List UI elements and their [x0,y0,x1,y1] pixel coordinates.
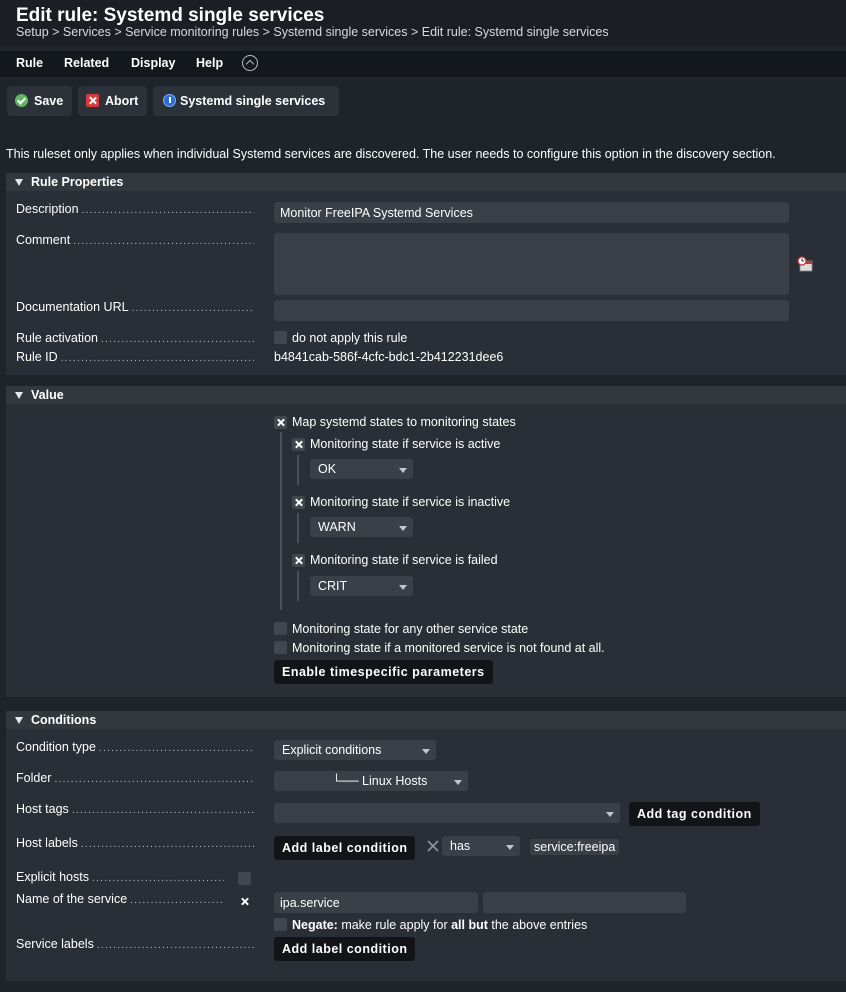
rule-id-label: Rule ID [16,350,254,366]
add-host-label-condition-button[interactable]: Add label condition [274,836,416,860]
other-state-label: Monitoring state for any other service s… [292,622,529,636]
host-label-tag[interactable]: service:freeipa [530,839,620,855]
value-header[interactable]: Value [6,386,846,404]
collapse-menu-icon[interactable] [242,55,258,71]
explicit-hosts-label: Explicit hosts [16,870,224,886]
collapse-triangle-icon [15,392,23,399]
rule-id-value: b4841cab-586f-4cfc-bdc1-2b412231dee6 [274,350,504,364]
menu-help[interactable]: Help [196,56,223,70]
folder-label: Folder [16,771,254,787]
not-found-checkbox[interactable] [274,641,287,654]
active-state-checkbox[interactable] [292,438,305,451]
subgroup-guide-line [297,571,299,601]
not-found-label: Monitoring state if a monitored service … [292,641,605,655]
page-title: Edit rule: Systemd single services [16,5,325,26]
checkmark-icon [15,94,28,107]
host-tags-label: Host tags [16,802,254,818]
negate-label: Negate: make rule apply for all but the … [292,918,588,932]
folder-select[interactable]: └── Linux Hosts [274,771,468,791]
failed-state-checkbox[interactable] [292,554,305,567]
condition-type-select[interactable]: Explicit conditions [274,740,436,760]
active-state-select[interactable]: OK [310,459,413,479]
abort-button[interactable]: Abort [78,86,147,116]
ruleset-info-text: This ruleset only applies when individua… [6,147,776,161]
map-states-label: Map systemd states to monitoring states [292,415,516,429]
menu-related[interactable]: Related [64,56,109,70]
host-tags-select[interactable] [274,803,620,823]
documentation-url-input[interactable] [274,300,789,321]
menu-display[interactable]: Display [131,56,175,70]
service-name-input-empty[interactable] [483,892,686,913]
breadcrumb[interactable]: Setup > Services > Service monitoring ru… [16,25,609,39]
save-button[interactable]: Save [7,86,72,116]
rule-properties-header[interactable]: Rule Properties [6,173,846,191]
inactive-state-select[interactable]: WARN [310,517,413,537]
condition-type-label: Condition type [16,740,254,756]
enable-timespecific-button[interactable]: Enable timespecific parameters [274,660,493,684]
service-name-label: Name of the service [16,892,224,908]
group-guide-line [280,432,282,610]
rule-activation-label: Rule activation [16,331,254,347]
menu-bar: Rule Related Display Help [0,51,846,77]
subgroup-guide-line [297,455,299,485]
abort-icon [86,94,99,107]
map-states-checkbox[interactable] [274,416,287,429]
disable-rule-label: do not apply this rule [292,331,408,345]
label-operator-select[interactable]: has [442,836,520,856]
service-name-input[interactable]: ipa.service [274,892,478,913]
host-labels-label: Host labels [16,836,254,852]
description-label: Description [16,202,254,218]
negate-checkbox[interactable] [274,918,287,931]
failed-state-select[interactable]: CRIT [310,576,413,596]
menu-rule[interactable]: Rule [16,56,43,70]
documentation-url-label: Documentation URL [16,300,254,316]
comment-textarea[interactable] [274,233,789,295]
failed-state-label: Monitoring state if service is failed [310,553,498,567]
subgroup-guide-line [297,513,299,543]
add-service-label-condition-button[interactable]: Add label condition [274,937,416,961]
disable-rule-checkbox[interactable] [274,331,287,344]
other-state-checkbox[interactable] [274,622,287,635]
insert-date-icon[interactable] [797,256,813,272]
inactive-state-checkbox[interactable] [292,496,305,509]
comment-label: Comment [16,233,254,249]
info-icon [163,94,176,107]
active-state-label: Monitoring state if service is active [310,437,501,451]
collapse-triangle-icon [15,717,23,724]
ruleset-button[interactable]: Systemd single services [153,86,339,116]
service-labels-label: Service labels [16,937,254,953]
conditions-header[interactable]: Conditions [6,711,846,729]
service-name-checkbox[interactable] [238,895,251,908]
explicit-hosts-checkbox[interactable] [238,872,251,885]
inactive-state-label: Monitoring state if service is inactive [310,495,511,509]
remove-label-icon[interactable] [426,839,440,853]
add-tag-condition-button[interactable]: Add tag condition [629,802,760,826]
description-input[interactable]: Monitor FreeIPA Systemd Services [274,202,789,223]
collapse-triangle-icon [15,179,23,186]
